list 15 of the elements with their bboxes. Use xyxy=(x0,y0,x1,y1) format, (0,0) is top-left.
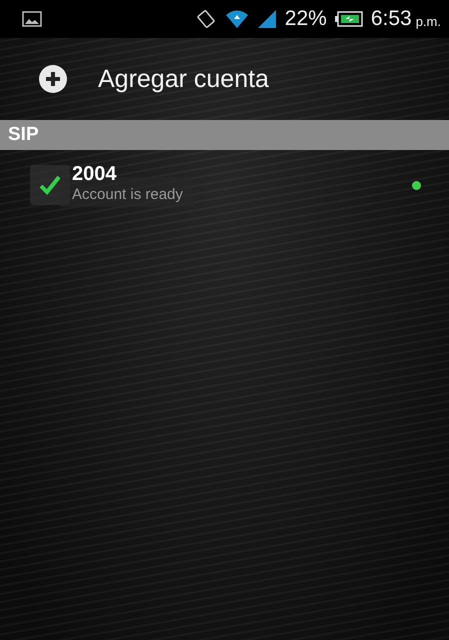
wifi-icon xyxy=(224,9,249,29)
account-name[interactable]: 2004 xyxy=(72,163,183,186)
clock-time: 6:53 xyxy=(370,7,412,31)
battery-charging-icon xyxy=(334,11,363,27)
check-icon xyxy=(39,175,61,195)
section-header: SIP xyxy=(0,120,449,150)
account-checkbox[interactable] xyxy=(30,165,70,205)
battery-percent: 22% xyxy=(284,7,327,31)
rotation-icon xyxy=(194,8,217,30)
signal-icon xyxy=(256,9,277,29)
account-status: Account is ready xyxy=(72,186,183,203)
add-icon[interactable] xyxy=(38,64,68,94)
add-account-title[interactable]: Agregar cuenta xyxy=(98,64,269,94)
clock-period: p.m. xyxy=(416,14,441,29)
picture-icon xyxy=(22,11,42,27)
